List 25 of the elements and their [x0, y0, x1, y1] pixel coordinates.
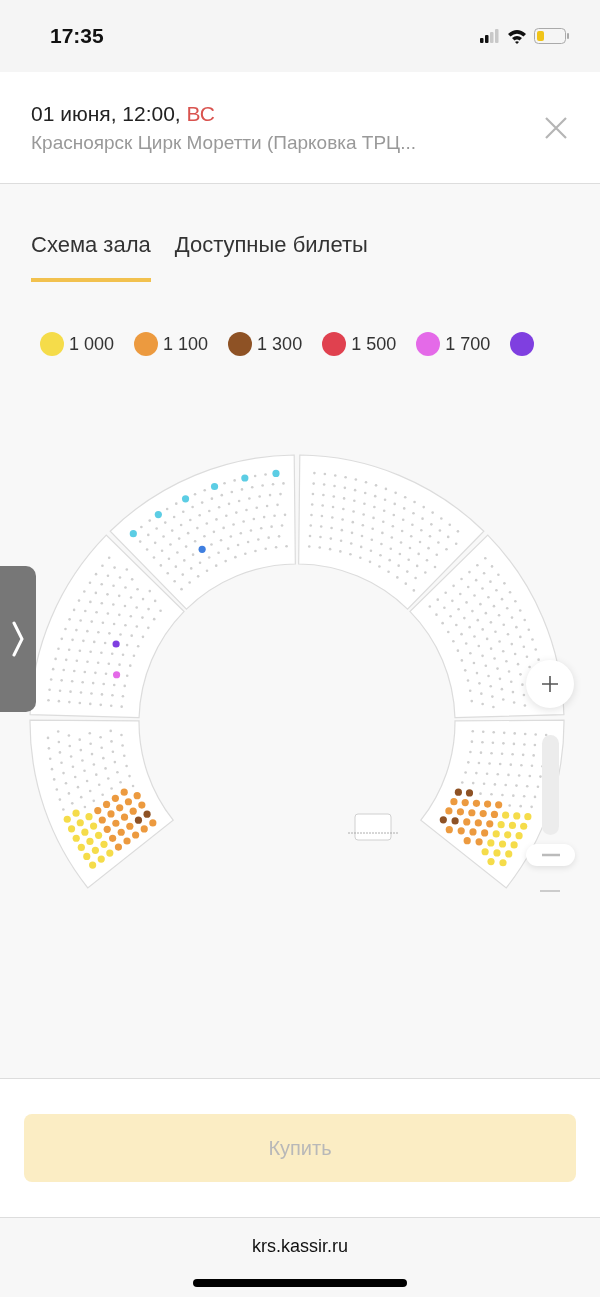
- minus-icon: [541, 853, 560, 857]
- event-date: 01 июня, 12:00,: [31, 101, 181, 125]
- price-label: 1 100: [163, 333, 209, 355]
- plus-icon: [541, 675, 559, 693]
- price-label: 1 700: [445, 333, 491, 355]
- zoom-min-mark: [540, 890, 560, 892]
- side-panel-handle[interactable]: [0, 566, 36, 712]
- zoom-slider-track[interactable]: [542, 735, 559, 835]
- wifi-icon: [507, 28, 527, 44]
- price-label: 1 300: [257, 333, 303, 355]
- url-text: krs.kassir.ru: [252, 1236, 348, 1257]
- status-time: 17:35: [50, 24, 104, 48]
- price-label: 1 000: [69, 333, 115, 355]
- event-venue: Красноярск Цирк Моретти (Парковка ТРЦ...: [31, 131, 416, 154]
- battery-icon: [534, 28, 570, 44]
- tab[interactable]: Доступные билеты: [174, 232, 368, 282]
- signal-icon: [480, 29, 500, 43]
- zoom-in-button[interactable]: [526, 660, 574, 708]
- zoom-out-button[interactable]: [526, 844, 575, 866]
- tab[interactable]: Схема зала: [31, 232, 151, 282]
- event-weekday: ВС: [186, 101, 216, 125]
- chevron-right-icon: [12, 621, 24, 657]
- price-label: 1 500: [351, 333, 397, 355]
- close-icon[interactable]: [544, 115, 568, 140]
- stage-drawing: [347, 813, 400, 841]
